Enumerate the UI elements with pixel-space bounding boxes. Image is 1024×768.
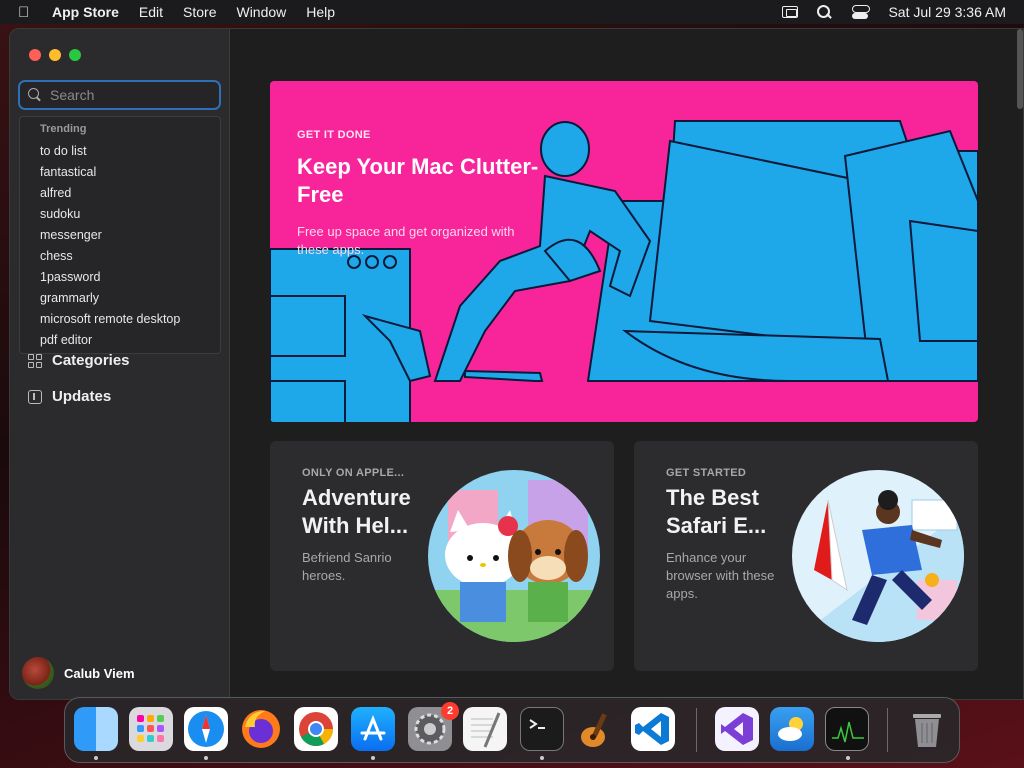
- sidebar-item-updates[interactable]: Updates: [28, 388, 111, 405]
- screen-mirroring-icon[interactable]: [782, 6, 799, 18]
- zoom-window-button[interactable]: [69, 49, 81, 61]
- suggestion-item[interactable]: fantastical: [40, 164, 220, 185]
- running-indicator: [846, 756, 850, 760]
- menu-edit[interactable]: Edit: [139, 4, 163, 20]
- weather-icon[interactable]: [770, 707, 814, 751]
- avatar: [22, 657, 54, 689]
- safari-extensions-artwork: [792, 470, 964, 642]
- main-content: GET IT DONE Keep Your Mac Clutter-Free F…: [231, 29, 1023, 699]
- menu-window[interactable]: Window: [236, 4, 286, 20]
- search-input[interactable]: [50, 87, 180, 103]
- account-button[interactable]: Calub Viem: [22, 657, 135, 689]
- apple-menu-icon[interactable]: : [18, 4, 36, 21]
- suggestion-item[interactable]: chess: [40, 248, 220, 269]
- trash-icon[interactable]: [905, 707, 949, 751]
- suggestion-item[interactable]: sudoku: [40, 206, 220, 227]
- close-window-button[interactable]: [29, 49, 41, 61]
- notification-badge: 2: [441, 702, 459, 720]
- dock-separator: [887, 708, 888, 752]
- vscode-icon[interactable]: [631, 707, 675, 751]
- firefox-icon[interactable]: [239, 707, 283, 751]
- card-subtitle: Enhance your browser with these apps.: [666, 550, 775, 601]
- dock-separator: [696, 708, 697, 752]
- menubar-status-area: Sat Jul 29 3:36 AM: [782, 0, 1006, 24]
- featured-hero-banner[interactable]: GET IT DONE Keep Your Mac Clutter-Free F…: [270, 81, 978, 422]
- search-icon: [28, 88, 42, 102]
- hero-title: Keep Your Mac Clutter-Free: [297, 154, 539, 207]
- sidebar: Trending to do list fantastical alfred s…: [10, 29, 230, 699]
- safari-icon[interactable]: [184, 707, 228, 751]
- menu-app-name[interactable]: App Store: [52, 4, 119, 20]
- hello-kitty-artwork: [428, 470, 600, 642]
- menu-store[interactable]: Store: [183, 4, 216, 20]
- terminal-icon[interactable]: [520, 707, 564, 751]
- card-subtitle: Befriend Sanrio heroes.: [302, 550, 392, 583]
- minimize-window-button[interactable]: [49, 49, 61, 61]
- story-card-safari-extensions[interactable]: GET STARTED The Best Safari E... Enhance…: [634, 441, 978, 671]
- suggestion-item[interactable]: grammarly: [40, 290, 220, 311]
- app-store-window: Trending to do list fantastical alfred s…: [9, 28, 1024, 700]
- running-indicator: [94, 756, 98, 760]
- menubar-clock[interactable]: Sat Jul 29 3:36 AM: [888, 4, 1006, 20]
- window-controls: [29, 49, 81, 61]
- categories-icon: [28, 353, 42, 368]
- card-eyebrow: GET STARTED: [666, 467, 747, 479]
- card-eyebrow: ONLY ON APPLE...: [302, 467, 405, 479]
- suggestions-header: Trending: [40, 123, 87, 135]
- activity-monitor-icon[interactable]: [825, 707, 869, 751]
- hero-eyebrow: GET IT DONE: [297, 129, 371, 141]
- card-title: Adventure With Hel...: [302, 485, 411, 538]
- menu-help[interactable]: Help: [306, 4, 335, 20]
- search-field[interactable]: [18, 80, 221, 110]
- suggestion-item[interactable]: pdf editor: [40, 332, 220, 353]
- garageband-icon[interactable]: [575, 707, 619, 751]
- user-name: Calub Viem: [64, 665, 135, 681]
- dock: 2: [64, 697, 960, 763]
- suggestion-item[interactable]: alfred: [40, 185, 220, 206]
- running-indicator: [371, 756, 375, 760]
- visual-studio-icon[interactable]: [715, 707, 759, 751]
- hero-subtitle: Free up space and get organized with the…: [297, 224, 515, 257]
- suggestion-item[interactable]: microsoft remote desktop: [40, 311, 220, 332]
- menu-bar:  App Store Edit Store Window Help Sat J…: [0, 0, 1024, 24]
- hero-text: GET IT DONE Keep Your Mac Clutter-Free F…: [297, 129, 547, 259]
- search-suggestions-dropdown: Trending to do list fantastical alfred s…: [19, 116, 221, 354]
- story-card-hello-kitty[interactable]: ONLY ON APPLE... Adventure With Hel... B…: [270, 441, 614, 671]
- sidebar-item-categories[interactable]: Categories: [28, 352, 130, 369]
- sidebar-item-label: Categories: [52, 352, 130, 369]
- finder-icon[interactable]: [74, 707, 118, 751]
- running-indicator: [540, 756, 544, 760]
- running-indicator: [204, 756, 208, 760]
- sidebar-item-label: Updates: [52, 388, 112, 405]
- chrome-icon[interactable]: [294, 707, 338, 751]
- card-title: The Best Safari E...: [666, 485, 767, 538]
- suggestion-item[interactable]: to do list: [40, 143, 220, 164]
- control-center-icon[interactable]: [852, 5, 871, 19]
- suggestion-item[interactable]: messenger: [40, 227, 220, 248]
- spotlight-search-icon[interactable]: [816, 5, 834, 19]
- scrollbar[interactable]: [1017, 29, 1023, 109]
- app-store-icon[interactable]: [351, 707, 395, 751]
- textedit-icon[interactable]: [463, 707, 507, 751]
- suggestion-item[interactable]: 1password: [40, 269, 220, 290]
- updates-icon: [28, 389, 42, 404]
- launchpad-icon[interactable]: [129, 707, 173, 751]
